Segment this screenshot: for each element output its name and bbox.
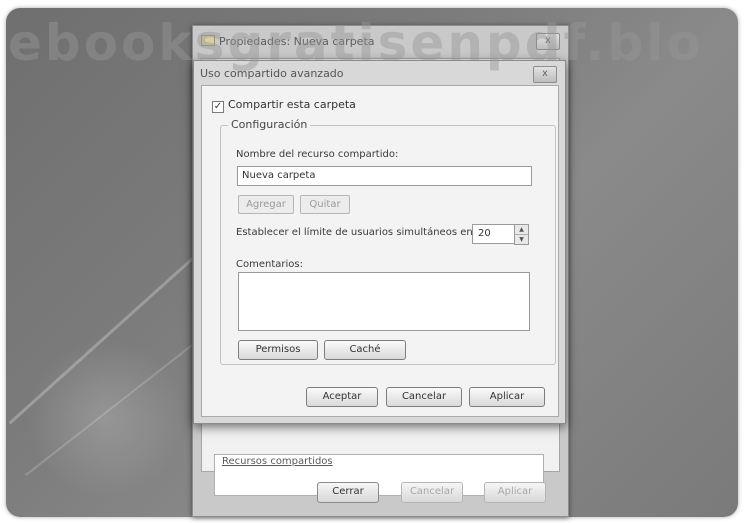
share-name-input[interactable]: Nueva carpeta	[237, 166, 532, 186]
add-button[interactable]: Agregar	[238, 195, 294, 214]
advanced-sharing-dialog: Uso compartido avanzado x ✓ Compartir est…	[193, 60, 566, 424]
ok-button[interactable]: Aceptar	[306, 387, 378, 407]
permissions-button[interactable]: Permisos	[238, 340, 318, 360]
user-limit-input[interactable]: 20	[472, 224, 515, 244]
share-name-label: Nombre del recurso compartido:	[236, 149, 399, 160]
advanced-sharing-title: Uso compartido avanzado	[200, 67, 344, 80]
properties-apply-button[interactable]: Aplicar	[484, 482, 546, 503]
properties-window-title: Propiedades: Nueva carpeta	[219, 35, 375, 48]
user-limit-label: Establecer el límite de usuarios simultá…	[236, 227, 477, 238]
share-folder-checkbox[interactable]: ✓ Compartir esta carpeta	[212, 98, 356, 113]
spin-up-icon[interactable]: ▲	[515, 225, 528, 235]
remove-button[interactable]: Quitar	[300, 195, 350, 214]
comments-label: Comentarios:	[236, 259, 303, 270]
comments-textarea[interactable]	[238, 272, 530, 331]
folder-icon	[201, 35, 215, 46]
user-limit-spinner[interactable]: ▲ ▼	[514, 224, 529, 245]
shared-resources-link[interactable]: Recursos compartidos	[222, 456, 333, 467]
spin-down-icon[interactable]: ▼	[515, 235, 528, 244]
wallpaper-glow	[26, 338, 186, 498]
checkbox-checked-icon[interactable]: ✓	[212, 101, 224, 113]
cache-button[interactable]: Caché	[324, 340, 406, 360]
share-folder-label: Compartir esta carpeta	[228, 98, 356, 111]
properties-close-icon[interactable]: x	[536, 33, 560, 50]
properties-title-bar[interactable]: Propiedades: Nueva carpeta x	[193, 26, 568, 56]
apply-button[interactable]: Aplicar	[469, 387, 545, 407]
close-button[interactable]: Cerrar	[317, 482, 379, 503]
settings-group-label: Configuración	[228, 118, 311, 131]
advanced-sharing-close-icon[interactable]: x	[533, 66, 557, 83]
cancel-button[interactable]: Cancelar	[386, 387, 462, 407]
properties-cancel-button[interactable]: Cancelar	[401, 482, 463, 503]
